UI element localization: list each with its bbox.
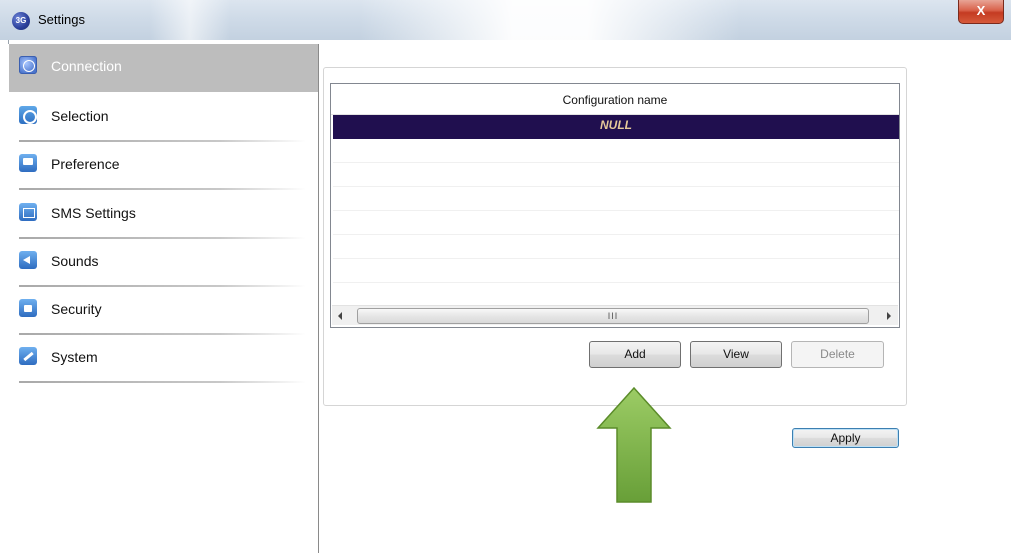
table-row (333, 163, 899, 187)
sidebar-item-selection[interactable]: Selection (9, 94, 318, 142)
settings-sidebar: Connection Selection Preference SMS Sett… (8, 44, 319, 553)
apply-button[interactable]: Apply (792, 428, 899, 448)
sidebar-item-label: Preference (51, 156, 120, 172)
settings-window: 3G Settings X Connection Selection Prefe… (0, 0, 1011, 553)
delete-button[interactable]: Delete (791, 341, 884, 368)
sidebar-item-sounds[interactable]: Sounds (9, 239, 318, 287)
title-bar-glare (360, 0, 740, 40)
sidebar-item-label: SMS Settings (51, 205, 136, 221)
lock-icon (19, 299, 37, 317)
green-arrow-icon (596, 386, 672, 503)
app-logo-icon: 3G (12, 12, 30, 30)
sidebar-item-security[interactable]: Security (9, 287, 318, 335)
title-bar-glare (150, 0, 230, 40)
sidebar-item-label: Sounds (51, 253, 99, 269)
table-row (333, 187, 899, 211)
configuration-list[interactable]: Configuration name NULL III (330, 83, 900, 328)
view-button[interactable]: View (690, 341, 782, 368)
divider (19, 188, 306, 190)
scroll-left-arrow-icon[interactable] (338, 312, 342, 320)
configuration-name-cell: NULL (600, 118, 632, 132)
sidebar-item-sms-settings[interactable]: SMS Settings (9, 191, 318, 239)
speaker-icon (19, 251, 37, 269)
sidebar-item-label: System (51, 349, 98, 365)
envelope-icon (19, 203, 37, 221)
table-row (333, 211, 899, 235)
scrollbar-thumb[interactable]: III (357, 308, 869, 324)
sidebar-item-connection[interactable]: Connection (9, 44, 318, 92)
table-row[interactable]: NULL (333, 115, 899, 139)
table-row (333, 283, 899, 307)
sidebar-item-label: Selection (51, 108, 109, 124)
divider (19, 381, 306, 383)
monitor-icon (19, 154, 37, 172)
sidebar-item-label: Connection (51, 58, 122, 74)
sidebar-item-system[interactable]: System (9, 335, 318, 383)
column-header-configuration-name[interactable]: Configuration name (331, 84, 899, 115)
globe-icon (19, 56, 37, 74)
window-title: Settings (38, 12, 85, 27)
horizontal-scrollbar[interactable]: III (332, 305, 898, 325)
add-button[interactable]: Add (589, 341, 681, 368)
table-row (333, 259, 899, 283)
table-row (333, 235, 899, 259)
table-row (333, 139, 899, 163)
sidebar-item-label: Security (51, 301, 102, 317)
selection-icon (19, 106, 37, 124)
scroll-right-arrow-icon[interactable] (887, 312, 891, 320)
sidebar-item-preference[interactable]: Preference (9, 142, 318, 190)
column-header-label: Configuration name (562, 93, 668, 107)
wrench-icon (19, 347, 37, 365)
title-bar[interactable]: 3G Settings X (0, 0, 1011, 40)
close-button[interactable]: X (958, 0, 1004, 24)
